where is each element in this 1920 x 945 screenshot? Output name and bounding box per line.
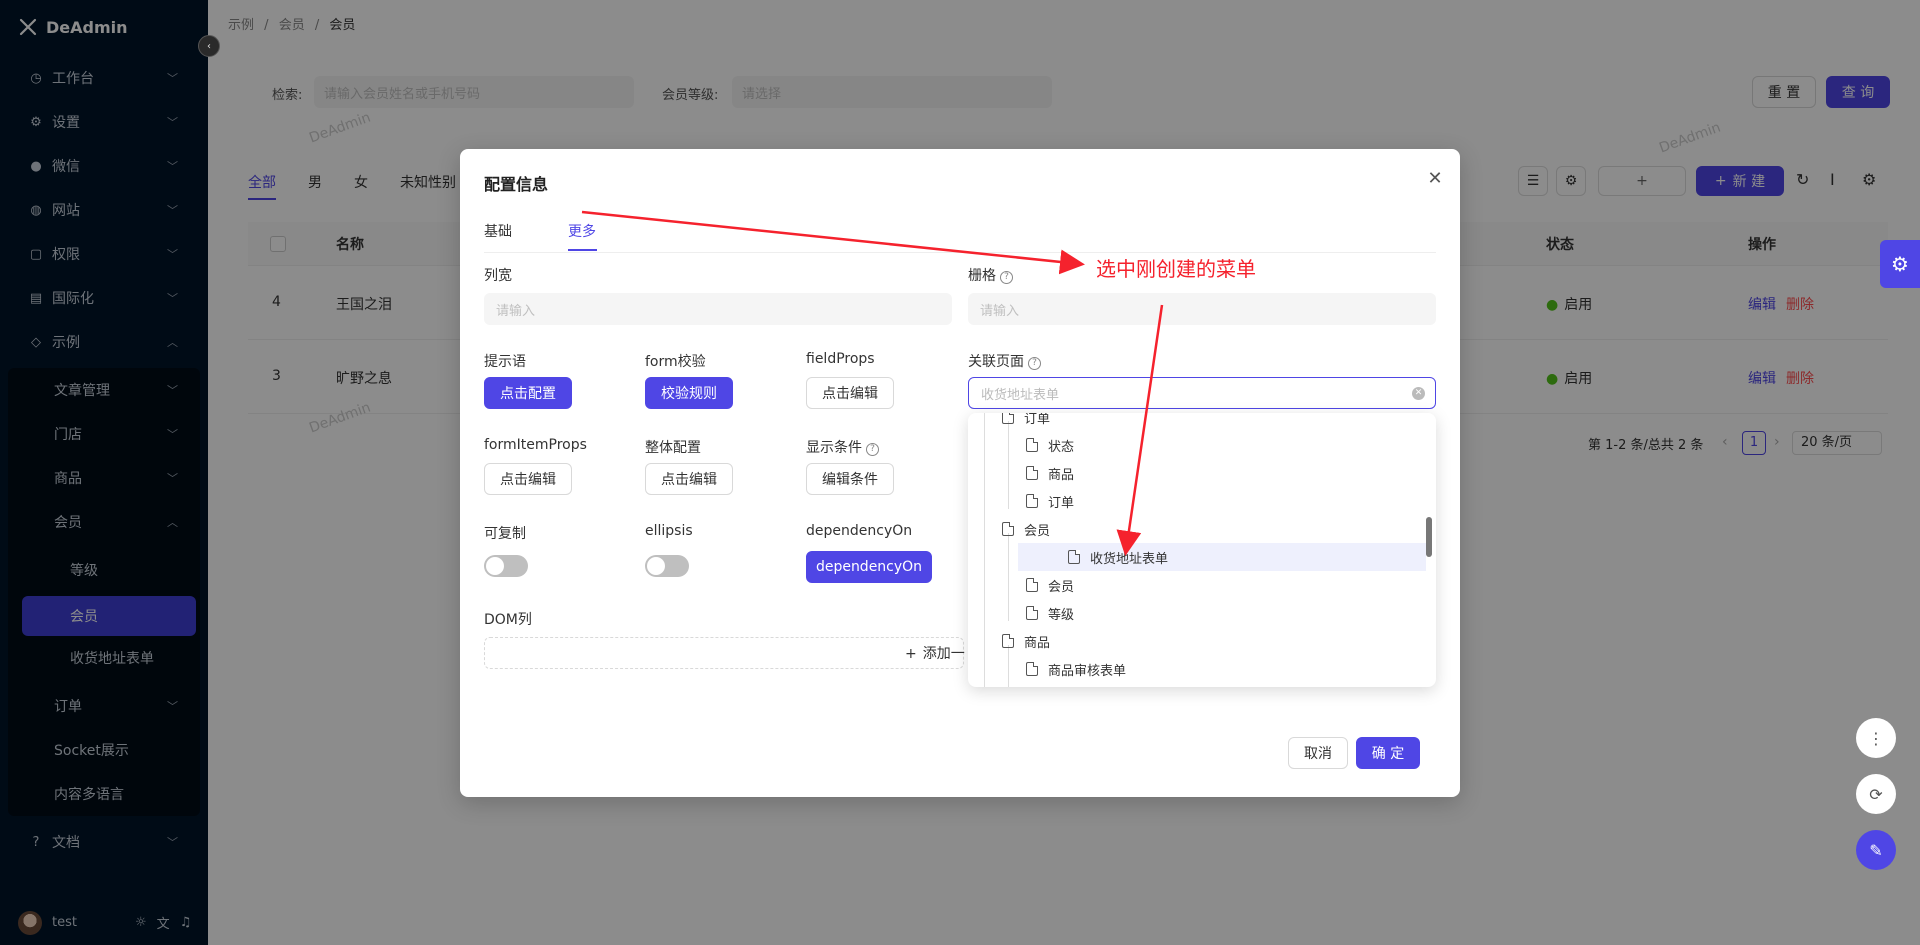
tree-node-label: 等级 bbox=[1048, 607, 1075, 623]
tree-node[interactable]: 订单 bbox=[968, 487, 1428, 515]
col-width-placeholder: 请输入 bbox=[496, 303, 536, 319]
related-page-label-text: 关联页面 bbox=[968, 354, 1024, 370]
file-icon bbox=[1068, 550, 1080, 564]
question-icon[interactable]: ? bbox=[1028, 357, 1041, 370]
file-icon bbox=[1002, 634, 1014, 648]
confirm-label: 确 定 bbox=[1371, 746, 1405, 762]
tree-node-selected[interactable]: 收货地址表单 bbox=[1018, 543, 1426, 571]
grid-placeholder: 请输入 bbox=[980, 303, 1020, 319]
brush-icon[interactable]: ✎ bbox=[1856, 830, 1896, 870]
file-icon bbox=[1026, 606, 1038, 620]
file-icon bbox=[1002, 413, 1014, 424]
add-dom-col-label: 添加一 bbox=[922, 646, 965, 662]
close-icon[interactable]: ✕ bbox=[1424, 167, 1446, 189]
overall-config-label: 整体配置 bbox=[645, 440, 701, 456]
form-validate-label: form校验 bbox=[645, 354, 706, 370]
copyable-switch[interactable] bbox=[484, 555, 528, 577]
validate-rules-label: 校验规则 bbox=[661, 386, 717, 402]
ellipsis-switch[interactable] bbox=[645, 555, 689, 577]
modal-title: 配置信息 bbox=[484, 175, 549, 194]
file-icon bbox=[1026, 578, 1038, 592]
tip-label: 提示语 bbox=[484, 354, 526, 370]
field-props-btn-label: 点击编辑 bbox=[822, 386, 878, 402]
tree-node[interactable]: 会员 bbox=[968, 515, 1428, 543]
dom-col-label: DOM列 bbox=[484, 612, 532, 628]
tree-node[interactable]: 商品审核表单 bbox=[968, 655, 1428, 683]
question-icon[interactable]: ? bbox=[1000, 271, 1013, 284]
plus-icon: + bbox=[905, 646, 917, 662]
tree-node[interactable]: 状态 bbox=[968, 431, 1428, 459]
field-props-label: fieldProps bbox=[806, 351, 875, 367]
tree-node[interactable]: 商品 bbox=[968, 627, 1428, 655]
ellipsis-label: ellipsis bbox=[645, 523, 693, 539]
tree-node[interactable]: 商品 bbox=[968, 459, 1428, 487]
add-dom-col-content: + 添加一 bbox=[905, 643, 965, 663]
tree-select-dropdown: 订单 状态 商品 订单 会员 收货地址表单 会员 等级 商品 商品审核表单 bbox=[968, 413, 1436, 687]
dropdown-scrollbar[interactable] bbox=[1426, 517, 1432, 557]
tree-node-label: 会员 bbox=[1024, 523, 1051, 539]
file-icon bbox=[1026, 466, 1038, 480]
col-width-label: 列宽 bbox=[484, 268, 512, 284]
sidebar-collapse-button[interactable]: ‹ bbox=[198, 35, 220, 57]
tip-config-button[interactable]: 点击配置 bbox=[484, 377, 572, 409]
gear-icon: ⚙ bbox=[1891, 252, 1909, 276]
tree-node-label: 状态 bbox=[1048, 439, 1075, 455]
tree-node-label: 会员 bbox=[1048, 579, 1075, 595]
annotation-text: 选中刚创建的菜单 bbox=[1096, 257, 1256, 281]
tree-node-label: 订单 bbox=[1048, 495, 1075, 511]
field-props-button[interactable]: 点击编辑 bbox=[806, 377, 894, 409]
more-icon[interactable]: ⋮ bbox=[1856, 718, 1896, 758]
tab-basic[interactable]: 基础 bbox=[484, 221, 512, 241]
tree-node[interactable]: 等级 bbox=[968, 599, 1428, 627]
file-icon bbox=[1026, 438, 1038, 452]
file-icon bbox=[1026, 494, 1038, 508]
overall-config-button[interactable]: 点击编辑 bbox=[645, 463, 733, 495]
dependency-button[interactable]: dependencyOn bbox=[806, 551, 932, 583]
grid-label: 栅格? bbox=[968, 265, 1013, 285]
tab-ink-bar bbox=[568, 249, 597, 251]
tip-config-label: 点击配置 bbox=[500, 386, 556, 402]
file-icon bbox=[1002, 522, 1014, 536]
tree-node[interactable]: 会员 bbox=[968, 571, 1428, 599]
modal-tabs: 基础 更多 bbox=[484, 213, 1436, 253]
overall-config-btn-label: 点击编辑 bbox=[661, 472, 717, 488]
tree-node[interactable]: 订单 bbox=[968, 413, 1428, 431]
related-page-value: 收货地址表单 bbox=[981, 387, 1060, 403]
grid-label-text: 栅格 bbox=[968, 268, 996, 284]
form-item-props-btn-label: 点击编辑 bbox=[500, 472, 556, 488]
config-modal: 配置信息 ✕ 基础 更多 列宽 请输入 栅格? 请输入 提示语 点击配置 for… bbox=[460, 149, 1460, 797]
clear-icon[interactable]: ✕ bbox=[1412, 387, 1425, 400]
form-item-props-label: formItemProps bbox=[484, 437, 587, 453]
col-width-input[interactable]: 请输入 bbox=[484, 293, 952, 325]
add-dom-col-button[interactable]: + 添加一 bbox=[484, 637, 965, 669]
copyable-label: 可复制 bbox=[484, 526, 526, 542]
tree-node-label: 商品 bbox=[1024, 635, 1051, 651]
dependency-btn-label: dependencyOn bbox=[815, 559, 923, 575]
question-icon[interactable]: ? bbox=[866, 443, 879, 456]
tree-node-label: 收货地址表单 bbox=[1090, 551, 1169, 567]
file-icon bbox=[1026, 662, 1038, 676]
cancel-label: 取消 bbox=[1304, 746, 1332, 762]
tree-node-label: 商品审核表单 bbox=[1048, 663, 1127, 679]
tree-node-label: 订单 bbox=[1024, 413, 1051, 427]
tab-more[interactable]: 更多 bbox=[568, 221, 596, 241]
grid-input[interactable]: 请输入 bbox=[968, 293, 1436, 325]
related-page-label: 关联页面? bbox=[968, 351, 1041, 371]
dependency-label: dependencyOn bbox=[806, 523, 913, 539]
form-item-props-button[interactable]: 点击编辑 bbox=[484, 463, 572, 495]
cancel-button[interactable]: 取消 bbox=[1288, 737, 1348, 769]
tree-node-label: 商品 bbox=[1048, 467, 1075, 483]
show-condition-label: 显示条件? bbox=[806, 437, 879, 457]
confirm-button[interactable]: 确 定 bbox=[1356, 737, 1420, 769]
validate-rules-button[interactable]: 校验规则 bbox=[645, 377, 733, 409]
show-condition-label-text: 显示条件 bbox=[806, 440, 862, 456]
sync-icon[interactable]: ⟳ bbox=[1856, 774, 1896, 814]
related-page-select[interactable]: 收货地址表单 ✕ bbox=[968, 377, 1436, 409]
theme-settings-button[interactable]: ⚙ bbox=[1880, 240, 1920, 288]
edit-condition-label: 编辑条件 bbox=[822, 472, 878, 488]
edit-condition-button[interactable]: 编辑条件 bbox=[806, 463, 894, 495]
